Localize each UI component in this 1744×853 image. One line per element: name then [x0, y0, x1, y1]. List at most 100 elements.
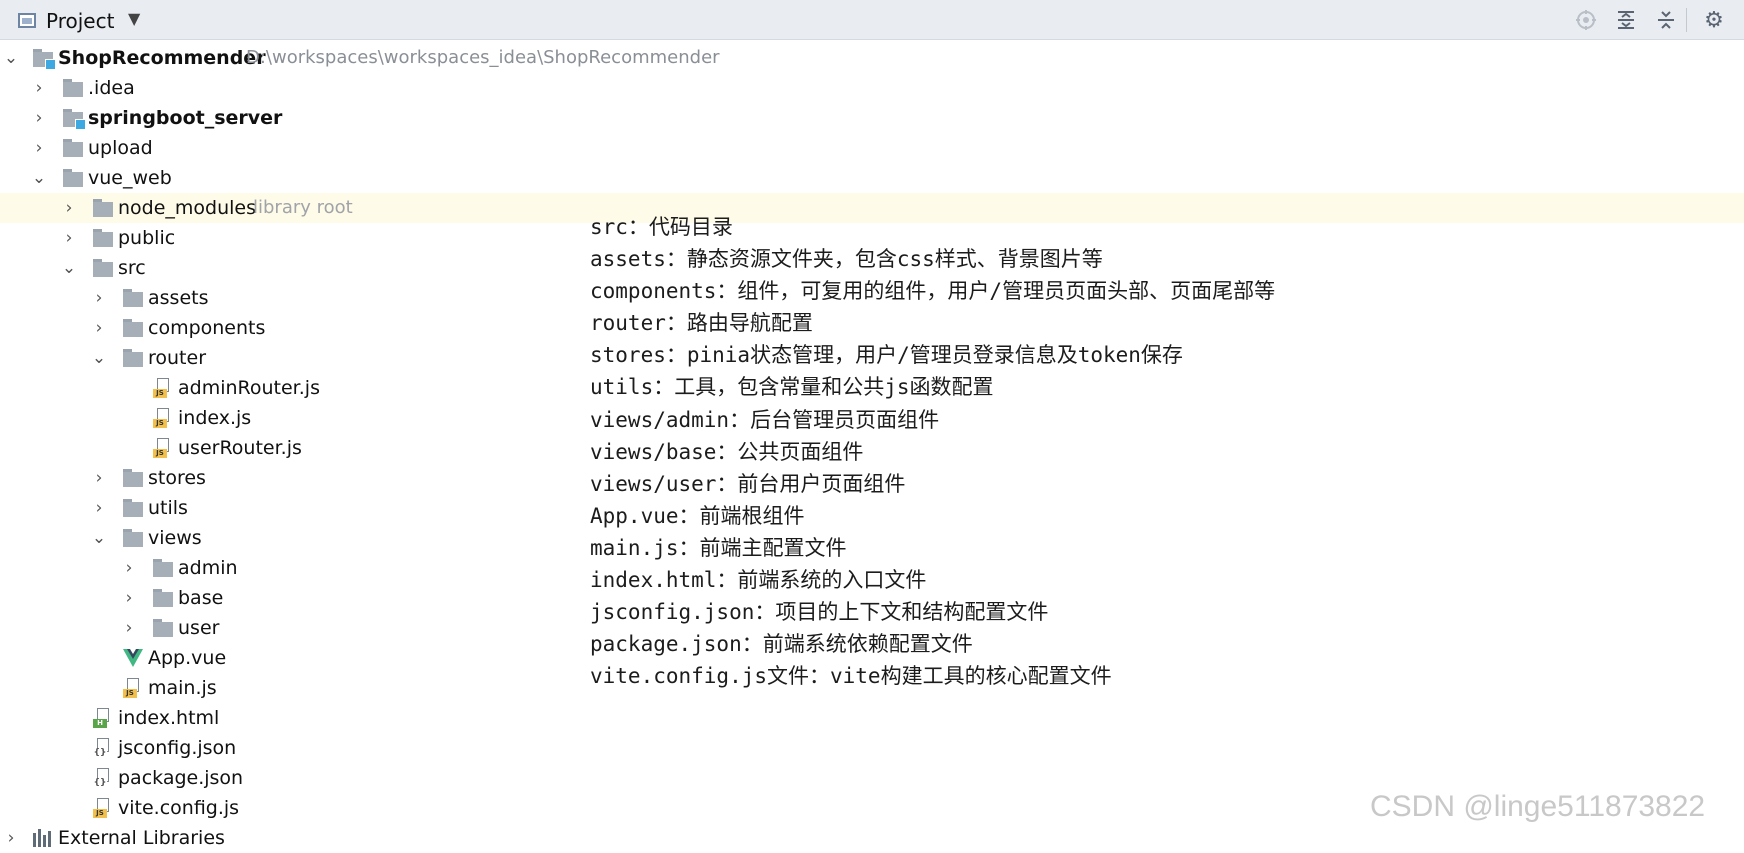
project-toolbar: Project ▼ ⚙ [0, 0, 1744, 40]
chevron-right-icon[interactable]: › [2, 823, 20, 853]
tree-row-package-json[interactable]: {} package.json [0, 763, 1744, 793]
chevron-down-icon[interactable]: ⌄ [60, 253, 78, 283]
module-folder-icon [33, 49, 56, 70]
tree-item-label[interactable]: components [148, 313, 265, 343]
tree-item-label[interactable]: node_modules [118, 193, 256, 223]
tree-row-idea[interactable]: › .idea [0, 73, 1744, 103]
tree-row-root[interactable]: ⌄ ShopRecommender D:\workspaces\workspac… [0, 43, 1744, 73]
project-view-icon [18, 13, 36, 28]
tree-item-label[interactable]: vue_web [88, 163, 172, 193]
tree-item-label[interactable]: springboot_server [88, 103, 282, 133]
chevron-right-icon[interactable]: › [90, 313, 108, 343]
tree-row-jsconfig-json[interactable]: {} jsconfig.json [0, 733, 1744, 763]
tree-item-label[interactable]: index.js [178, 403, 251, 433]
chevron-down-icon[interactable]: ⌄ [90, 343, 108, 373]
js-file-icon: JS [93, 798, 109, 818]
note-line: stores：pinia状态管理，用户/管理员登录信息及token保存 [590, 343, 1183, 368]
folder-icon [93, 199, 113, 217]
js-file-icon: JS [153, 378, 169, 398]
chevron-down-icon[interactable]: ▼ [128, 9, 140, 28]
note-line: utils：工具，包含常量和公共js函数配置 [590, 375, 994, 400]
note-line: App.vue：前端根组件 [590, 503, 805, 528]
tree-item-label[interactable]: jsconfig.json [118, 733, 236, 763]
tree-item-label[interactable]: App.vue [148, 643, 226, 673]
chevron-right-icon[interactable]: › [60, 193, 78, 223]
folder-icon [123, 319, 143, 337]
json-file-icon: {} [93, 738, 109, 758]
tree-item-label[interactable]: src [118, 253, 146, 283]
tree-item-label[interactable]: .idea [88, 73, 135, 103]
chevron-right-icon[interactable]: › [90, 463, 108, 493]
settings-gear-icon[interactable]: ⚙ [1700, 6, 1728, 34]
project-root-name[interactable]: ShopRecommender [58, 43, 266, 73]
note-line: views/base：公共页面组件 [590, 439, 864, 464]
project-view-title[interactable]: Project [46, 9, 114, 33]
tree-item-label[interactable]: stores [148, 463, 206, 493]
tree-item-label[interactable]: router [148, 343, 206, 373]
folder-icon [153, 559, 173, 577]
tree-item-label[interactable]: public [118, 223, 175, 253]
module-folder-icon [63, 109, 86, 130]
library-icon [33, 829, 55, 847]
project-root-path: D:\workspaces\workspaces_idea\ShopRecomm… [246, 47, 720, 68]
folder-icon [153, 619, 173, 637]
chevron-down-icon[interactable]: ⌄ [30, 163, 48, 193]
tree-item-label[interactable]: index.html [118, 703, 219, 733]
note-line: router：路由导航配置 [590, 311, 813, 336]
folder-icon [123, 289, 143, 307]
chevron-down-icon[interactable]: ⌄ [2, 43, 20, 73]
tree-row-index-html[interactable]: H index.html [0, 703, 1744, 733]
note-line: index.html：前端系统的入口文件 [590, 568, 927, 593]
tree-row-vue-web[interactable]: ⌄ vue_web [0, 163, 1744, 193]
toolbar-separator [1686, 8, 1687, 32]
js-file-icon: JS [153, 438, 169, 458]
chevron-right-icon[interactable]: › [30, 73, 48, 103]
tree-item-label[interactable]: assets [148, 283, 208, 313]
folder-icon [63, 139, 83, 157]
note-line: package.json：前端系统依赖配置文件 [590, 632, 973, 657]
folder-icon [93, 259, 113, 277]
chevron-right-icon[interactable]: › [30, 133, 48, 163]
chevron-right-icon[interactable]: › [120, 553, 138, 583]
chevron-right-icon[interactable]: › [120, 613, 138, 643]
tree-item-label[interactable]: upload [88, 133, 153, 163]
tree-item-label[interactable]: adminRouter.js [178, 373, 320, 403]
tree-row-upload[interactable]: › upload [0, 133, 1744, 163]
directory-notes: src：代码目录 assets：静态资源文件夹，包含css样式、背景图片等 co… [590, 211, 1275, 692]
tree-item-label[interactable]: main.js [148, 673, 217, 703]
vue-file-icon [123, 649, 143, 667]
watermark: CSDN @linge511873822 [1370, 790, 1706, 823]
folder-icon [123, 499, 143, 517]
tree-row-springboot-server[interactable]: › springboot_server [0, 103, 1744, 133]
tree-item-label[interactable]: package.json [118, 763, 243, 793]
tree-item-label[interactable]: user [178, 613, 219, 643]
folder-icon [63, 79, 83, 97]
tree-item-label[interactable]: base [178, 583, 223, 613]
chevron-right-icon[interactable]: › [120, 583, 138, 613]
folder-icon [123, 469, 143, 487]
locate-icon[interactable] [1572, 6, 1600, 34]
tree-item-label[interactable]: userRouter.js [178, 433, 302, 463]
note-line: views/user：前台用户页面组件 [590, 471, 906, 496]
tree-item-label[interactable]: utils [148, 493, 188, 523]
folder-icon [123, 529, 143, 547]
tree-item-label[interactable]: views [148, 523, 202, 553]
tree-item-label[interactable]: vite.config.js [118, 793, 239, 823]
note-line: vite.config.js文件：vite构建工具的核心配置文件 [590, 664, 1112, 689]
chevron-down-icon[interactable]: ⌄ [90, 523, 108, 553]
note-line: components：组件，可复用的组件，用户/管理员页面头部、页面尾部等 [590, 279, 1276, 304]
js-file-icon: JS [123, 678, 139, 698]
chevron-right-icon[interactable]: › [60, 223, 78, 253]
folder-icon [123, 349, 143, 367]
tree-item-label[interactable]: admin [178, 553, 238, 583]
json-file-icon: {} [93, 768, 109, 788]
chevron-right-icon[interactable]: › [30, 103, 48, 133]
tree-item-label[interactable]: External Libraries [58, 823, 225, 853]
chevron-right-icon[interactable]: › [90, 493, 108, 523]
expand-all-icon[interactable] [1612, 6, 1640, 34]
collapse-all-icon[interactable] [1652, 6, 1680, 34]
chevron-right-icon[interactable]: › [90, 283, 108, 313]
note-line: src：代码目录 [590, 215, 733, 239]
folder-icon [93, 229, 113, 247]
tree-row-external-libraries[interactable]: › External Libraries [0, 823, 1744, 853]
